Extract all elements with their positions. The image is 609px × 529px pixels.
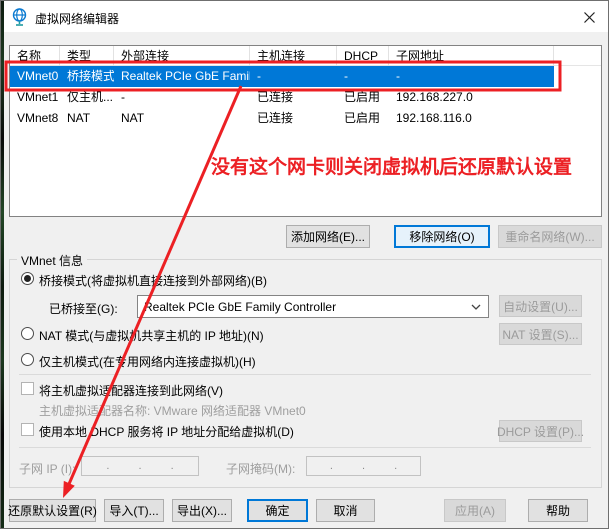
auto-settings-button[interactable]: 自动设置(U)... bbox=[499, 295, 582, 317]
cell: Realtek PCIe GbE Family Co... bbox=[114, 66, 250, 87]
host-adapter-name-note: 主机虚拟适配器名称: VMware 网络适配器 VMnet0 bbox=[39, 402, 306, 419]
cell: VMnet8 bbox=[10, 108, 60, 129]
help-button[interactable]: 帮助 bbox=[528, 499, 588, 522]
virtual-network-editor-dialog: 虚拟网络编辑器 名称 类型 外部连接 主机连接 DHCP 子网地址 VMnet0… bbox=[0, 0, 609, 529]
subnet-mask-label: 子网掩码(M): bbox=[226, 460, 295, 477]
divider bbox=[19, 374, 591, 375]
cell: - bbox=[114, 87, 250, 108]
cell: 桥接模式 bbox=[60, 66, 114, 87]
restore-defaults-button[interactable]: 还原默认设置(R) bbox=[9, 499, 96, 522]
apply-button[interactable]: 应用(A) bbox=[444, 499, 506, 522]
column-header-name[interactable]: 名称 bbox=[10, 46, 60, 66]
hostonly-mode-radio[interactable] bbox=[21, 353, 34, 366]
bridged-to-label: 已桥接至(G): bbox=[49, 300, 118, 317]
divider bbox=[19, 447, 591, 448]
cell: - bbox=[389, 66, 554, 87]
cell: VMnet0 bbox=[10, 66, 60, 87]
column-header-external[interactable]: 外部连接 bbox=[114, 46, 250, 66]
column-header-hostconn[interactable]: 主机连接 bbox=[250, 46, 337, 66]
add-network-button[interactable]: 添加网络(E)... bbox=[286, 225, 370, 248]
close-button[interactable] bbox=[574, 7, 604, 27]
table-row-vmnet1[interactable]: VMnet1 仅主机... - 已连接 已启用 192.168.227.0 bbox=[10, 87, 554, 108]
nat-mode-radio[interactable] bbox=[21, 327, 34, 340]
rename-network-button[interactable]: 重命名网络(W)... bbox=[498, 225, 602, 248]
cell: 已连接 bbox=[250, 87, 337, 108]
cell: 仅主机... bbox=[60, 87, 114, 108]
column-header-subnet[interactable]: 子网地址 bbox=[389, 46, 554, 66]
bridged-adapter-value: Realtek PCIe GbE Family Controller bbox=[144, 300, 336, 314]
cell: - bbox=[250, 66, 337, 87]
vmnet-info-group-label: VMnet 信息 bbox=[17, 252, 87, 269]
table-row-vmnet8[interactable]: VMnet8 NAT NAT 已连接 已启用 192.168.116.0 bbox=[10, 108, 554, 129]
desktop-background-sliver bbox=[1, 1, 4, 529]
chevron-down-icon bbox=[471, 304, 481, 310]
subnet-ip-label: 子网 IP (I): bbox=[19, 460, 75, 477]
connect-host-adapter-label: 将主机虚拟适配器连接到此网络(V) bbox=[39, 382, 223, 399]
cancel-button[interactable]: 取消 bbox=[316, 499, 375, 522]
column-header-type[interactable]: 类型 bbox=[60, 46, 114, 66]
subnet-ip-field[interactable]: . . . bbox=[81, 456, 199, 476]
network-list: 名称 类型 外部连接 主机连接 DHCP 子网地址 VMnet0 桥接模式 Re… bbox=[9, 45, 602, 217]
nat-mode-label: NAT 模式(与虚拟机共享主机的 IP 地址)(N) bbox=[39, 327, 264, 344]
window-title: 虚拟网络编辑器 bbox=[35, 10, 119, 27]
cell: 已启用 bbox=[337, 87, 389, 108]
use-dhcp-label: 使用本地 DHCP 服务将 IP 地址分配给虚拟机(D) bbox=[39, 423, 294, 440]
connect-host-adapter-checkbox[interactable] bbox=[21, 382, 34, 395]
cell: 192.168.116.0 bbox=[389, 108, 554, 129]
dhcp-settings-button[interactable]: DHCP 设置(P)... bbox=[499, 420, 582, 442]
bridged-adapter-select[interactable]: Realtek PCIe GbE Family Controller bbox=[137, 295, 489, 318]
bridged-mode-radio[interactable] bbox=[21, 272, 34, 285]
close-icon bbox=[584, 12, 595, 23]
remove-network-button[interactable]: 移除网络(O) bbox=[394, 225, 490, 248]
ok-button[interactable]: 确定 bbox=[247, 499, 308, 522]
table-row-vmnet0[interactable]: VMnet0 桥接模式 Realtek PCIe GbE Family Co..… bbox=[10, 66, 554, 87]
import-button[interactable]: 导入(T)... bbox=[104, 499, 164, 522]
hostonly-mode-label: 仅主机模式(在专用网络内连接虚拟机)(H) bbox=[39, 353, 256, 370]
network-globe-icon bbox=[11, 8, 28, 26]
titlebar: 虚拟网络编辑器 bbox=[1, 1, 609, 32]
subnet-mask-field[interactable]: . . . bbox=[306, 456, 421, 476]
cell: NAT bbox=[114, 108, 250, 129]
cell: - bbox=[337, 66, 389, 87]
cell: NAT bbox=[60, 108, 114, 129]
cell: 192.168.227.0 bbox=[389, 87, 554, 108]
nat-settings-button[interactable]: NAT 设置(S)... bbox=[499, 323, 582, 345]
cell: 已启用 bbox=[337, 108, 389, 129]
cell: VMnet1 bbox=[10, 87, 60, 108]
bridged-mode-label: 桥接模式(将虚拟机直接连接到外部网络)(B) bbox=[39, 272, 267, 289]
list-header: 名称 类型 外部连接 主机连接 DHCP 子网地址 bbox=[10, 46, 601, 66]
use-dhcp-checkbox[interactable] bbox=[21, 423, 34, 436]
export-button[interactable]: 导出(X)... bbox=[172, 499, 232, 522]
cell: 已连接 bbox=[250, 108, 337, 129]
column-header-dhcp[interactable]: DHCP bbox=[337, 46, 389, 66]
